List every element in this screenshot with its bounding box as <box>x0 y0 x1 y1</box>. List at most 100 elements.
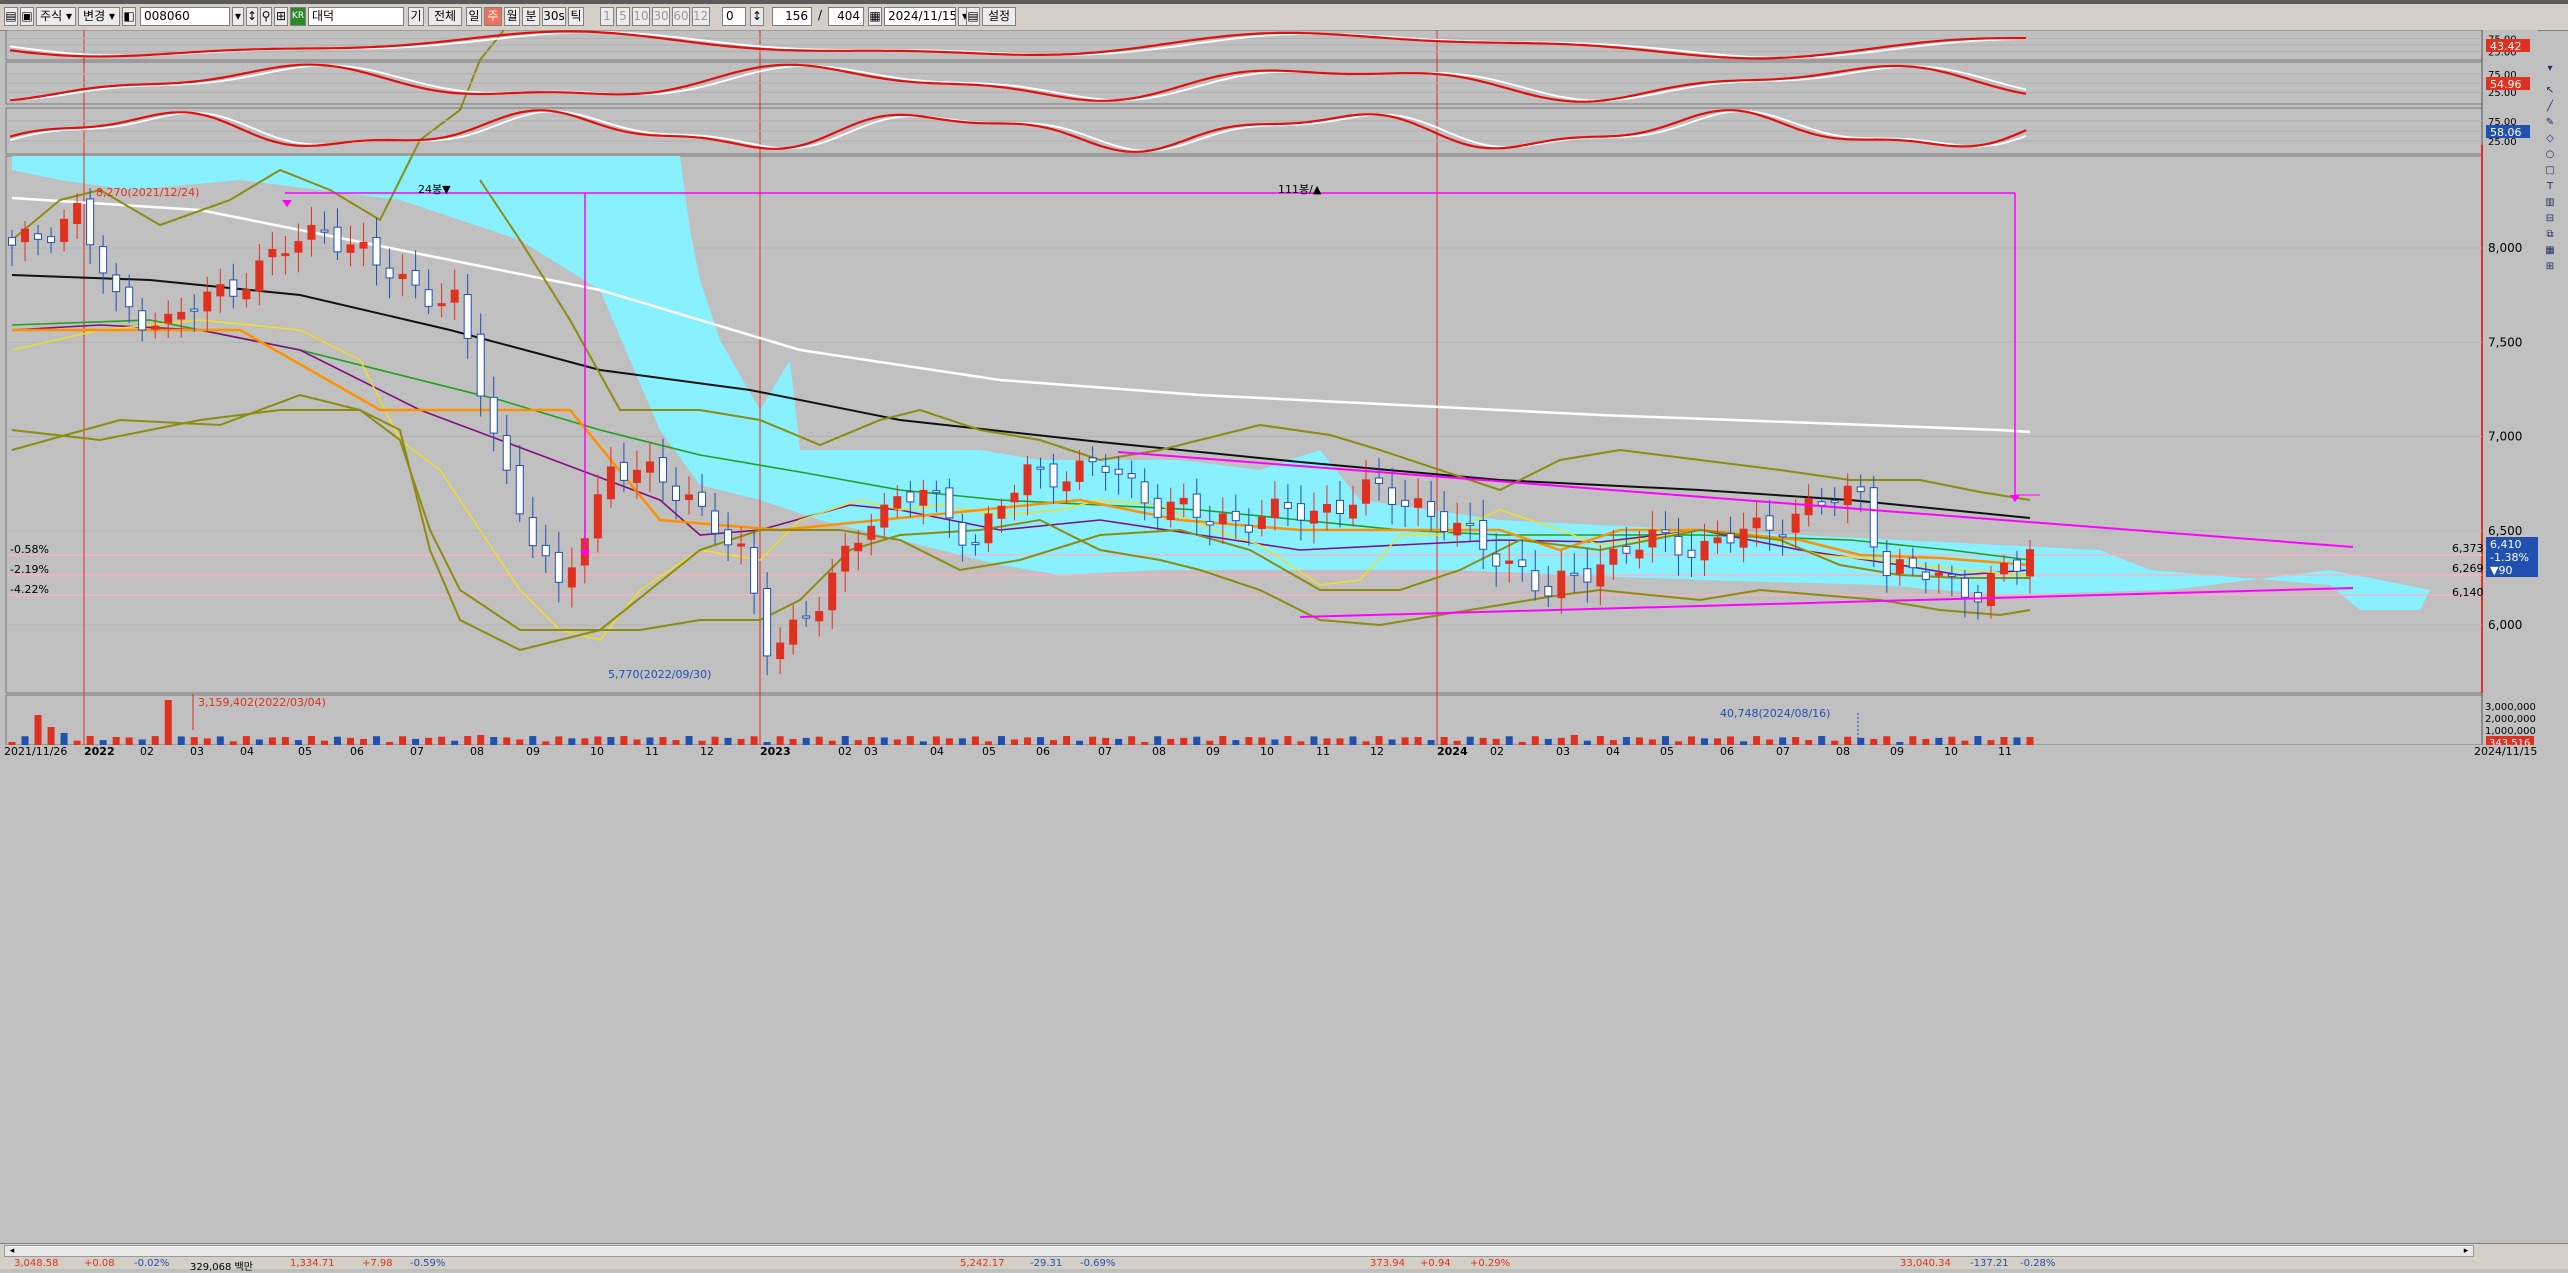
date-label: 02 <box>140 745 154 758</box>
stock-name-value: 대덕 <box>312 9 335 23</box>
candle-up <box>1986 573 1995 607</box>
candle-down <box>229 279 238 297</box>
volume-bar <box>867 737 875 745</box>
candle-up <box>815 611 824 622</box>
candle-down <box>502 435 511 471</box>
interval-60-button[interactable]: 60 <box>672 7 690 26</box>
candle-up <box>60 218 69 242</box>
date-range-icon[interactable]: ▤ <box>966 7 980 26</box>
eraser-tool-icon[interactable]: ◇ <box>2542 132 2558 146</box>
settings-button[interactable]: 설정 <box>982 7 1016 26</box>
current-change-pct-label: -1.38% <box>2490 551 2529 564</box>
volume-bar <box>34 715 42 745</box>
candle-down <box>320 229 329 233</box>
date-label: 02 <box>1490 745 1504 758</box>
code-spin-icon[interactable]: ↕ <box>246 7 258 26</box>
candle-down <box>1036 466 1045 470</box>
rectangle-tool-icon[interactable]: □ <box>2542 164 2558 178</box>
interval-10-button[interactable]: 10 <box>632 7 650 26</box>
volume-bar <box>320 740 328 745</box>
layout-tool-icon[interactable]: ▦ <box>2542 244 2558 258</box>
search-button[interactable]: 기 <box>408 7 424 26</box>
history-icon[interactable]: ◧ <box>122 7 136 26</box>
search-icon[interactable]: ⚲ <box>260 7 272 26</box>
pin-icon[interactable]: ▾ <box>2542 62 2558 76</box>
osc-value-label-2: 58.06 <box>2490 126 2522 139</box>
scroll-right-icon[interactable]: ▸ <box>2459 1246 2473 1258</box>
end-date-input[interactable]: 2024/11/15 <box>884 7 956 26</box>
volume-tick-label-1: 2,000,000 <box>2485 714 2536 725</box>
asset-type-select[interactable]: 주식 ▾ <box>36 7 76 26</box>
interval-1-button[interactable]: 1 <box>600 7 614 26</box>
cursor-icon[interactable]: ↖ <box>2542 84 2558 98</box>
interval-30-button[interactable]: 30 <box>652 7 670 26</box>
volume-bar <box>1505 736 1513 745</box>
candle-down <box>86 198 95 246</box>
line-tool-icon[interactable]: ╱ <box>2542 100 2558 114</box>
volume-bar <box>1844 736 1852 745</box>
pen-tool-icon[interactable]: ✎ <box>2542 116 2558 130</box>
settings-button-label: 설정 <box>987 9 1011 23</box>
period-month-button[interactable]: 월 <box>504 7 520 26</box>
candle-down <box>1375 477 1384 484</box>
interval-120-button[interactable]: 120 <box>692 7 710 26</box>
scroll-left-icon[interactable]: ◂ <box>5 1246 19 1258</box>
lock-icon[interactable]: ▣ <box>20 7 34 26</box>
color-tool-icon[interactable]: ▥ <box>2542 196 2558 210</box>
calendar-icon[interactable]: ▦ <box>868 7 882 26</box>
drawing-tools-palette: ▾ ↖ ╱ ✎ ◇ ○ □ T ▥ ⊟ ⧉ ▦ ⊞ <box>2538 60 2564 300</box>
date-label: 04 <box>240 745 254 758</box>
volume-bar <box>216 736 224 745</box>
candle-up <box>216 284 225 297</box>
candle-down <box>711 510 720 534</box>
copy-tool-icon[interactable]: ⧉ <box>2542 228 2558 242</box>
interval-spin-icon[interactable]: ↕ <box>750 7 764 26</box>
candle-up <box>268 248 277 258</box>
volume-bar <box>451 740 459 745</box>
candle-up <box>1218 513 1227 525</box>
price-chart[interactable]: 8,270(2021/12/24)5,770(2022/09/30)24봉▼ 11… <box>0 9 2568 1243</box>
volume-bar <box>242 736 250 745</box>
volume-bar <box>229 741 237 745</box>
circle-tool-icon[interactable]: ○ <box>2542 148 2558 162</box>
menu-icon[interactable]: ▤ <box>4 7 18 26</box>
grid-tool-icon[interactable]: ⊞ <box>2542 260 2558 274</box>
count-input[interactable]: 156 <box>772 7 812 26</box>
interval-5-button[interactable]: 5 <box>616 7 630 26</box>
change-button[interactable]: 변경 ▾ <box>78 7 120 26</box>
date-label: 11 <box>1316 745 1330 758</box>
volume-bar <box>958 738 966 745</box>
volume-bar <box>620 736 628 745</box>
date-label: 05 <box>1660 745 1674 758</box>
candle-down <box>385 267 394 279</box>
period-tick-button[interactable]: 틱 <box>568 7 584 26</box>
osc-value-label-1: 54.96 <box>2490 78 2522 91</box>
text-tool-icon[interactable]: T <box>2542 180 2558 194</box>
stock-code-input[interactable]: 008060 <box>140 7 230 26</box>
candle-down <box>112 274 121 293</box>
candle-down <box>750 547 759 594</box>
date-label: 03 <box>1556 745 1570 758</box>
left-pct-label-2: -4.22% <box>10 583 49 596</box>
compare-icon[interactable]: ⊞ <box>274 7 288 26</box>
volume-bar <box>750 736 758 745</box>
candle-up <box>281 253 290 257</box>
candle-up <box>1752 517 1761 529</box>
delete-tool-icon[interactable]: ⊟ <box>2542 212 2558 226</box>
volume-bar <box>1870 738 1878 745</box>
candle-up <box>567 567 576 588</box>
code-dropdown-icon[interactable]: ▾ <box>232 7 244 26</box>
candle-up <box>255 260 264 292</box>
interval-input[interactable]: 0 <box>722 7 746 26</box>
horizontal-scrollbar[interactable]: ◂ ▸ <box>4 1245 2474 1257</box>
period-30min-button[interactable]: 30s <box>542 7 566 26</box>
candle-down <box>1622 545 1631 554</box>
candle-down <box>1388 487 1397 505</box>
period-day-button[interactable]: 일 <box>466 7 482 26</box>
all-button[interactable]: 전체 <box>428 7 462 26</box>
candle-down <box>1908 557 1917 569</box>
period-week-button[interactable]: 주 <box>484 7 502 26</box>
candle-down <box>1283 502 1292 509</box>
period-minute-button[interactable]: 분 <box>522 7 540 26</box>
volume-bar <box>828 740 836 745</box>
